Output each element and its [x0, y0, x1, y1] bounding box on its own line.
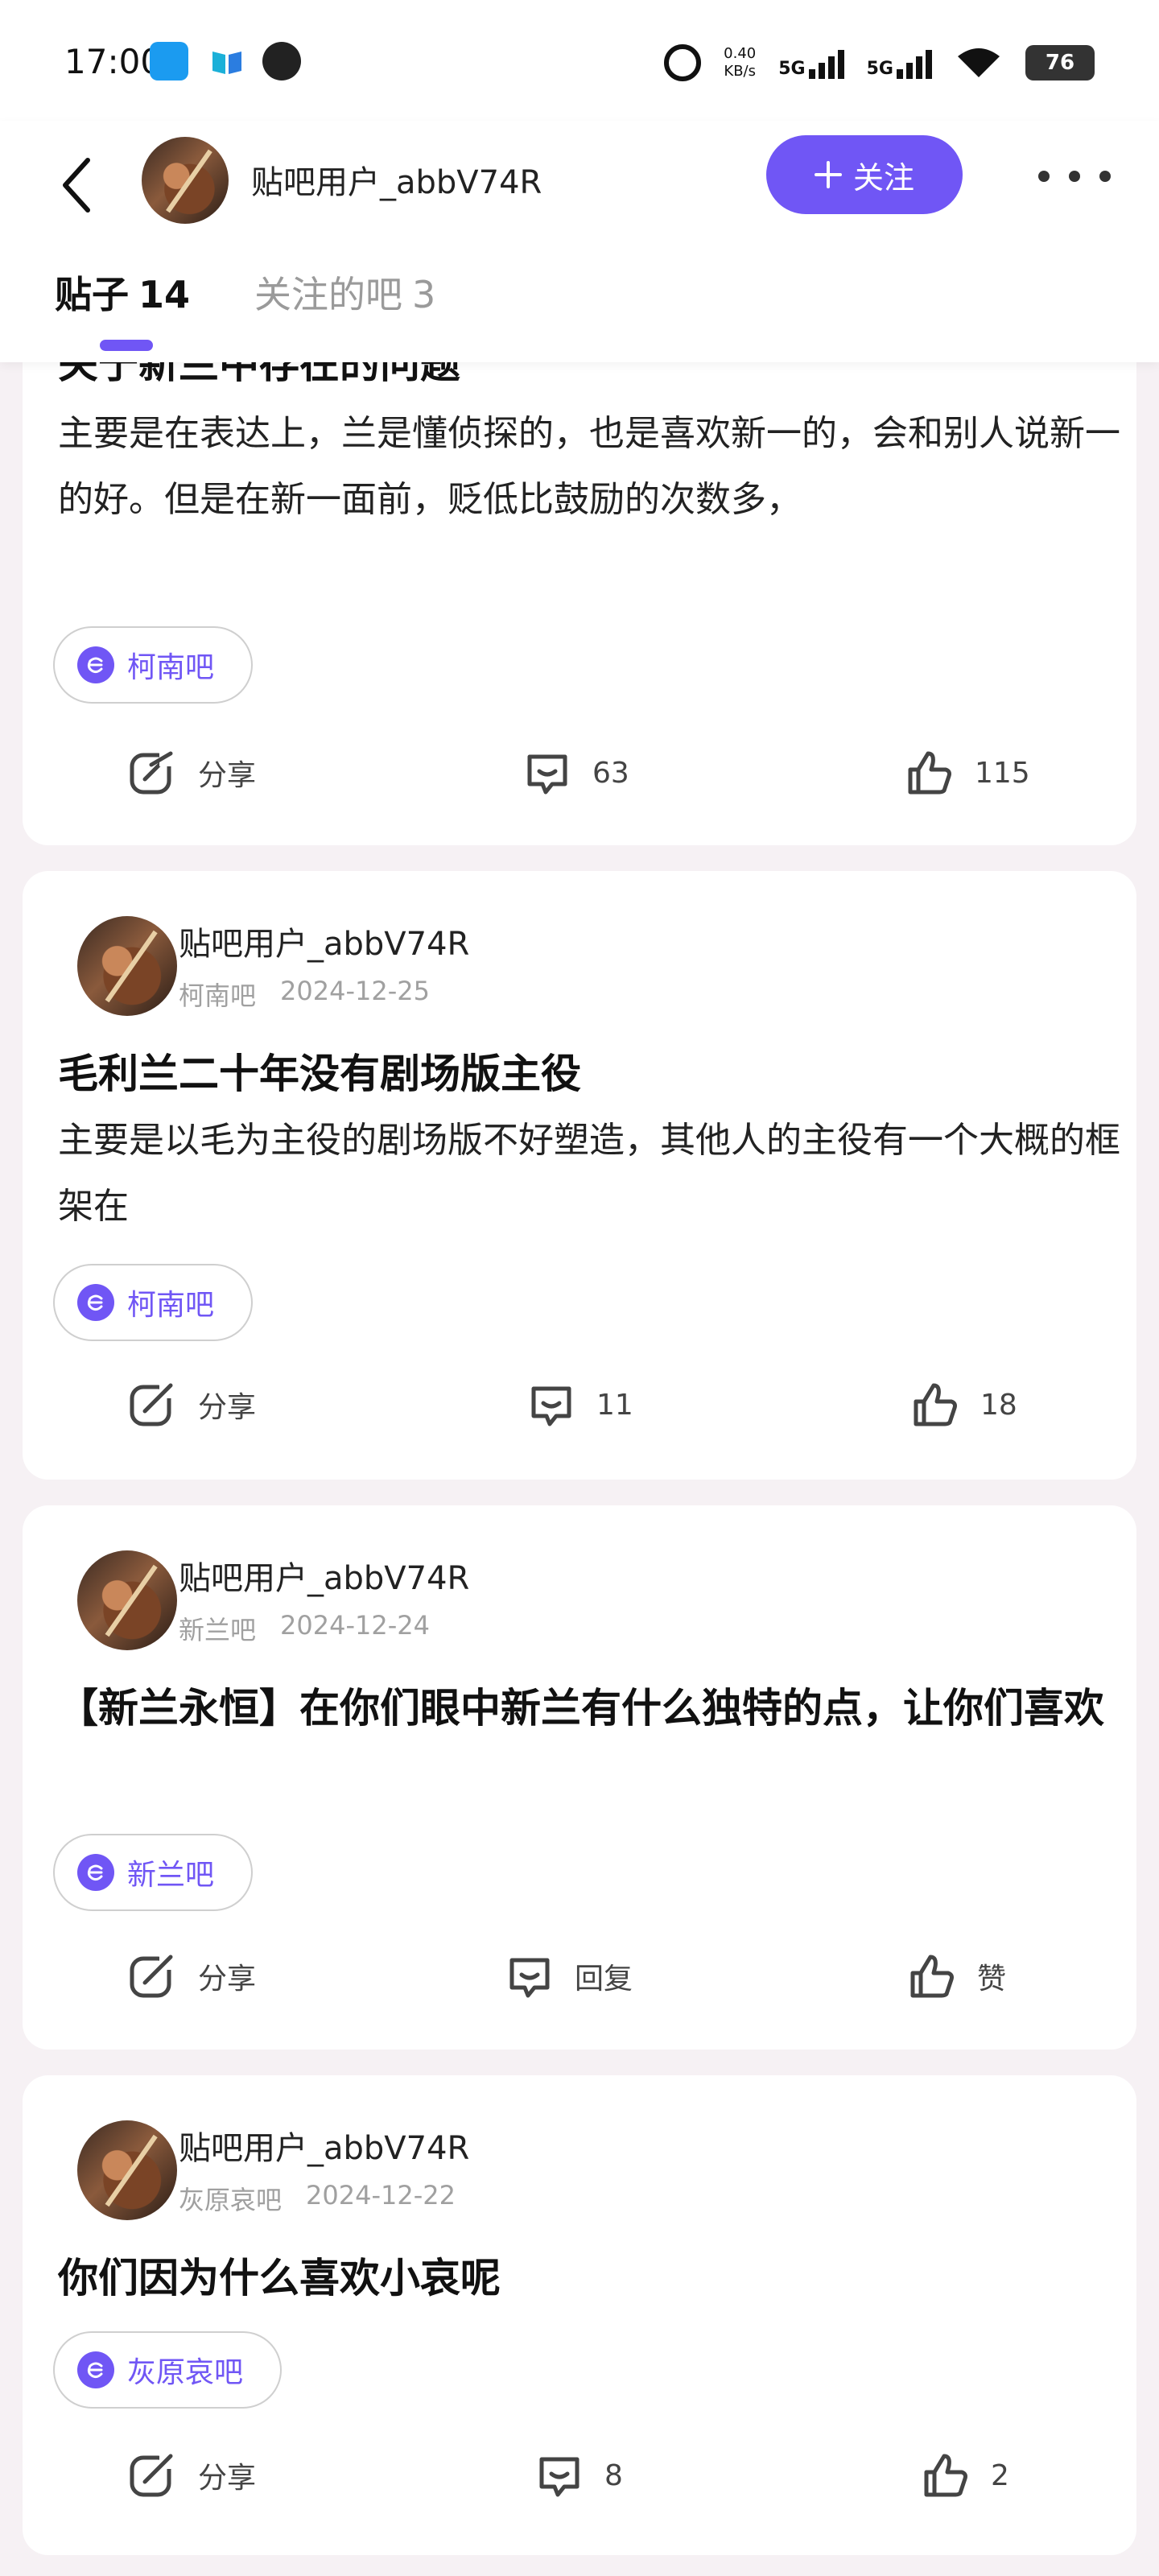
- thumbs-up-icon: [914, 1383, 957, 1426]
- tab-posts[interactable]: 贴子 14: [55, 266, 190, 319]
- post-body: 主要是以毛为主役的剧场版不好塑造，其他人的主役有一个大概的框架在: [58, 1120, 1120, 1227]
- post-title: 你们因为什么喜欢小哀呢: [58, 2255, 501, 2301]
- forum-icon: [77, 646, 114, 683]
- share-button[interactable]: 分享: [127, 1368, 256, 1441]
- post-card[interactable]: 贴吧用户_abbV74R 灰原哀吧 2024-12-22 你们因为什么喜欢小哀呢…: [23, 2075, 1136, 2555]
- post-author[interactable]: 贴吧用户_abbV74R: [179, 918, 469, 964]
- back-button[interactable]: [48, 145, 105, 225]
- like-button[interactable]: 2: [920, 2439, 1009, 2512]
- comment-icon: [531, 1386, 571, 1426]
- battery-icon: 76: [1025, 45, 1095, 80]
- post-author[interactable]: 贴吧用户_abbV74R: [179, 1552, 469, 1599]
- browser-app-icon: [150, 42, 188, 80]
- post-author-avatar[interactable]: [77, 916, 177, 1016]
- comment-button[interactable]: 63: [522, 737, 629, 809]
- tab-bar: 贴子 14 关注的吧 3: [55, 266, 435, 319]
- post-title: 【新兰永恒】在你们眼中新兰有什么独特的点，让你们喜欢: [58, 1685, 1104, 1732]
- thumbs-up-icon: [910, 1955, 954, 1998]
- share-icon: [130, 2453, 175, 2497]
- forum-icon: [77, 2351, 114, 2388]
- signal-5g-2: 5G: [867, 47, 932, 79]
- signal-icon: [897, 47, 932, 79]
- post-forum-name: 新兰吧: [179, 1615, 257, 1645]
- forum-tag[interactable]: 柯南吧: [53, 626, 254, 704]
- profile-header: 贴吧用户_abbV74R 关注 贴子 14 关注的吧 3: [0, 121, 1159, 362]
- post-meta: 新兰吧 2024-12-24: [179, 1610, 430, 1647]
- forum-icon: [77, 1854, 114, 1891]
- browser2-app-icon: [262, 42, 301, 80]
- post-body: 主要是在表达上，兰是懂侦探的，也是喜欢新一的，会和别人说新一的好。但是在新一面前…: [58, 413, 1120, 520]
- comment-icon: [527, 754, 567, 795]
- share-button[interactable]: 分享: [127, 2439, 256, 2512]
- post-forum-name: 灰原哀吧: [179, 2185, 283, 2215]
- post-author[interactable]: 贴吧用户_abbV74R: [179, 2122, 469, 2169]
- more-dot-icon: [1099, 171, 1111, 182]
- more-options-button[interactable]: [1038, 156, 1111, 196]
- more-dot-icon: [1038, 171, 1050, 182]
- comment-button[interactable]: 8: [534, 2439, 623, 2512]
- follow-button[interactable]: 关注: [766, 135, 963, 214]
- avatar[interactable]: [142, 137, 229, 224]
- share-icon: [130, 750, 175, 795]
- forum-tag[interactable]: 新兰吧: [53, 1834, 254, 1911]
- post-card[interactable]: 贴吧用户_abbV74R 新兰吧 2024-12-24 【新兰永恒】在你们眼中新…: [23, 1505, 1136, 2050]
- tab-indicator: [100, 340, 153, 351]
- post-date: 2024-12-22: [306, 2180, 456, 2211]
- signal-5g-1: 5G: [778, 47, 844, 79]
- share-button[interactable]: 分享: [127, 737, 256, 809]
- share-icon: [130, 1954, 175, 1998]
- post-forum-name: 柯南吧: [179, 980, 257, 1011]
- like-button[interactable]: 115: [904, 737, 1030, 809]
- comment-icon: [509, 1958, 550, 1998]
- network-speed: 0.40 KB/s: [724, 45, 757, 80]
- share-icon: [130, 1382, 175, 1426]
- follow-label: 关注: [852, 159, 914, 196]
- like-button[interactable]: 赞: [906, 1940, 1006, 2013]
- post-date: 2024-12-25: [280, 976, 430, 1006]
- more-dot-icon: [1069, 171, 1080, 182]
- forum-tag[interactable]: 柯南吧: [53, 1264, 254, 1341]
- share-button[interactable]: 分享: [127, 1940, 256, 2013]
- comment-button[interactable]: 11: [526, 1368, 633, 1441]
- forum-icon: [77, 1284, 114, 1321]
- plus-icon: [814, 161, 842, 188]
- chevron-left-icon: [63, 158, 90, 213]
- like-button[interactable]: 18: [909, 1368, 1017, 1441]
- comment-icon: [539, 2457, 580, 2497]
- post-author-avatar[interactable]: [77, 2120, 177, 2220]
- wifi-icon: [958, 48, 1000, 77]
- alarm-icon: [664, 44, 702, 81]
- post-meta: 柯南吧 2024-12-25: [179, 976, 430, 1013]
- book-app-icon: [208, 42, 246, 80]
- post-date: 2024-12-24: [280, 1610, 430, 1641]
- post-card[interactable]: 关于新兰中存在的问题 主要是在表达上，兰是懂侦探的，也是喜欢新一的，会和别人说新…: [23, 290, 1136, 845]
- header-username: 贴吧用户_abbV74R: [251, 164, 542, 201]
- thumbs-up-icon: [924, 2454, 967, 2497]
- post-meta: 灰原哀吧 2024-12-22: [179, 2180, 456, 2217]
- post-author-avatar[interactable]: [77, 1550, 177, 1650]
- comment-button[interactable]: 回复: [504, 1940, 633, 2013]
- tab-followed-forums[interactable]: 关注的吧 3: [254, 266, 435, 319]
- post-card[interactable]: 贴吧用户_abbV74R 柯南吧 2024-12-25 毛利兰二十年没有剧场版主…: [23, 871, 1136, 1480]
- forum-tag[interactable]: 灰原哀吧: [53, 2331, 283, 2409]
- status-time: 17:00: [64, 42, 163, 81]
- post-title: 毛利兰二十年没有剧场版主役: [58, 1051, 581, 1097]
- thumbs-up-icon: [908, 751, 951, 795]
- status-bar: 17:00 0.40 KB/s 5G 5G 76: [0, 0, 1159, 121]
- signal-icon: [808, 47, 844, 79]
